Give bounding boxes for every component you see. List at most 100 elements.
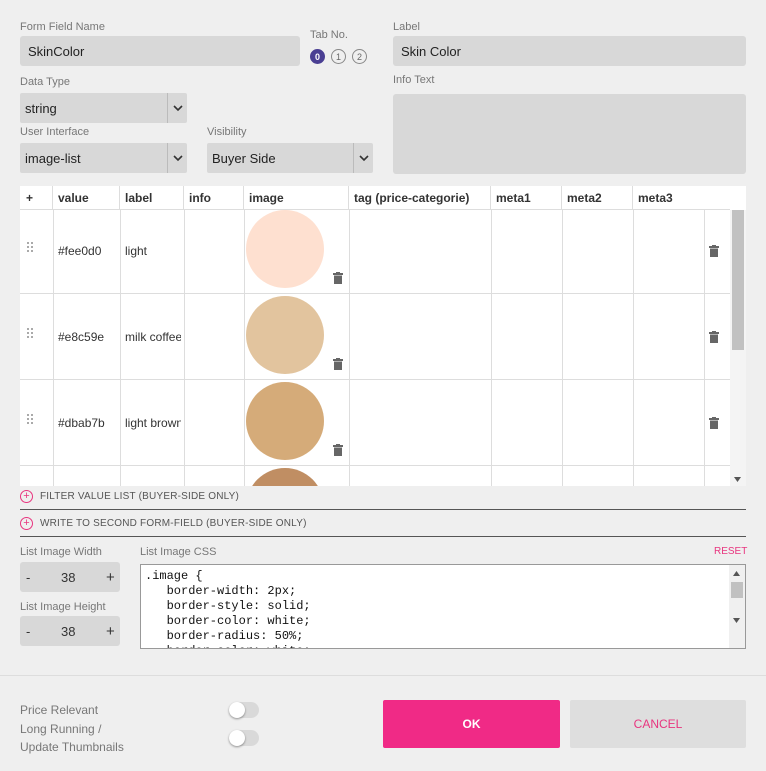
form-field-name-input[interactable]: SkinColor <box>20 36 300 66</box>
info-text-label: Info Text <box>393 74 435 86</box>
chevron-down-icon <box>353 143 373 173</box>
divider <box>20 536 746 537</box>
visibility-value: Buyer Side <box>212 150 276 166</box>
data-type-label: Data Type <box>20 76 70 88</box>
column-header-info: info <box>184 186 244 210</box>
label-label: Label <box>393 21 420 33</box>
price-relevant-toggle[interactable] <box>229 702 259 718</box>
color-swatch-image <box>246 382 324 460</box>
cell-label[interactable]: milk coffee <box>125 330 181 344</box>
filter-value-list-option[interactable]: + FILTER VALUE LIST (BUYER-SIDE ONLY) <box>20 490 239 503</box>
column-divider <box>562 210 563 486</box>
list-image-css-label: List Image CSS <box>140 546 217 558</box>
drag-handle-icon[interactable] <box>27 328 33 340</box>
increment-button[interactable]: + <box>106 616 115 646</box>
column-header-meta3: meta3 <box>638 191 673 205</box>
css-code: .image { border-width: 2px; border-style… <box>145 569 311 648</box>
reset-button[interactable]: RESET <box>714 546 747 557</box>
cell-value[interactable]: #fee0d0 <box>58 244 101 258</box>
update-thumbnails-label: Update Thumbnails <box>20 740 124 754</box>
delete-image-icon[interactable] <box>333 358 343 370</box>
chevron-down-icon <box>167 143 187 173</box>
divider <box>20 509 746 510</box>
drag-handle-icon[interactable] <box>27 414 33 426</box>
scrollbar-thumb[interactable] <box>732 210 744 350</box>
value-list-table: + value label info image tag (price-cate… <box>20 186 746 486</box>
delete-image-icon[interactable] <box>333 272 343 284</box>
row-divider <box>20 293 730 294</box>
decrement-button[interactable]: - <box>26 562 30 592</box>
label-input[interactable]: Skin Color <box>393 36 746 66</box>
column-divider <box>633 210 634 486</box>
width-value[interactable]: 38 <box>61 562 75 592</box>
tab-2-button[interactable]: 2 <box>352 49 367 64</box>
write-second-field-label: WRITE TO SECOND FORM-FIELD (BUYER-SIDE O… <box>40 518 307 529</box>
header-divider <box>20 209 730 210</box>
list-image-css-textarea[interactable]: .image { border-width: 2px; border-style… <box>140 564 746 649</box>
scrollbar-thumb[interactable] <box>731 582 743 598</box>
column-divider <box>349 210 350 486</box>
scroll-down-arrow-icon[interactable] <box>734 477 741 482</box>
ok-button[interactable]: OK <box>383 700 560 748</box>
cell-label[interactable]: light brown <box>125 416 181 430</box>
color-swatch-image <box>246 468 324 486</box>
cell-value[interactable]: #dbab7b <box>58 416 105 430</box>
delete-row-icon[interactable] <box>709 417 719 429</box>
column-header-value: value <box>53 186 120 210</box>
scroll-up-arrow-icon[interactable] <box>733 571 740 576</box>
list-image-width-label: List Image Width <box>20 546 102 558</box>
cancel-button[interactable]: CANCEL <box>570 700 746 748</box>
column-header-tag: tag (price-categorie) <box>349 186 491 210</box>
chevron-down-icon <box>167 93 187 123</box>
drag-handle-icon[interactable] <box>27 242 33 254</box>
long-running-label: Long Running / <box>20 722 102 736</box>
user-interface-value: image-list <box>25 150 81 166</box>
delete-row-icon[interactable] <box>709 331 719 343</box>
column-header-label: label <box>120 186 184 210</box>
list-image-width-stepper: - 38 + <box>20 562 120 592</box>
increment-button[interactable]: + <box>106 562 115 592</box>
visibility-select[interactable]: Buyer Side <box>207 143 373 173</box>
visibility-label: Visibility <box>207 126 247 138</box>
textarea-scrollbar[interactable] <box>729 565 745 648</box>
table-scrollbar[interactable] <box>730 210 746 486</box>
delete-row-icon[interactable] <box>709 245 719 257</box>
column-divider <box>704 210 705 486</box>
user-interface-select[interactable]: image-list <box>20 143 187 173</box>
column-divider <box>184 210 185 486</box>
write-second-field-option[interactable]: + WRITE TO SECOND FORM-FIELD (BUYER-SIDE… <box>20 517 307 530</box>
form-field-name-label: Form Field Name <box>20 21 105 33</box>
list-image-height-label: List Image Height <box>20 601 106 613</box>
tab-1-button[interactable]: 1 <box>331 49 346 64</box>
color-swatch-image <box>246 296 324 374</box>
color-swatch-image <box>246 210 324 288</box>
column-header-meta1: meta1 <box>491 186 562 210</box>
row-divider <box>20 379 730 380</box>
data-type-select[interactable]: string <box>20 93 187 123</box>
column-divider <box>244 210 245 486</box>
column-header-image: image <box>244 186 349 210</box>
add-circle-icon: + <box>20 490 33 503</box>
long-running-toggle[interactable] <box>229 730 259 746</box>
price-relevant-label: Price Relevant <box>20 703 99 717</box>
delete-image-icon[interactable] <box>333 444 343 456</box>
height-value[interactable]: 38 <box>61 616 75 646</box>
cell-label[interactable]: light <box>125 244 181 258</box>
scroll-down-arrow-icon[interactable] <box>733 618 740 623</box>
data-type-value: string <box>25 100 57 116</box>
tab-0-button[interactable]: 0 <box>310 49 325 64</box>
column-divider <box>120 210 121 486</box>
user-interface-label: User Interface <box>20 126 90 138</box>
tab-no-label: Tab No. <box>310 29 348 41</box>
column-header-meta2: meta2 <box>562 186 633 210</box>
column-divider <box>491 210 492 486</box>
decrement-button[interactable]: - <box>26 616 30 646</box>
list-image-height-stepper: - 38 + <box>20 616 120 646</box>
add-circle-icon: + <box>20 517 33 530</box>
footer-divider <box>0 675 766 676</box>
add-row-button[interactable]: + <box>20 186 53 210</box>
filter-value-list-label: FILTER VALUE LIST (BUYER-SIDE ONLY) <box>40 491 240 502</box>
row-divider <box>20 465 730 466</box>
cell-value[interactable]: #e8c59e <box>58 330 104 344</box>
info-text-input[interactable] <box>393 94 746 174</box>
